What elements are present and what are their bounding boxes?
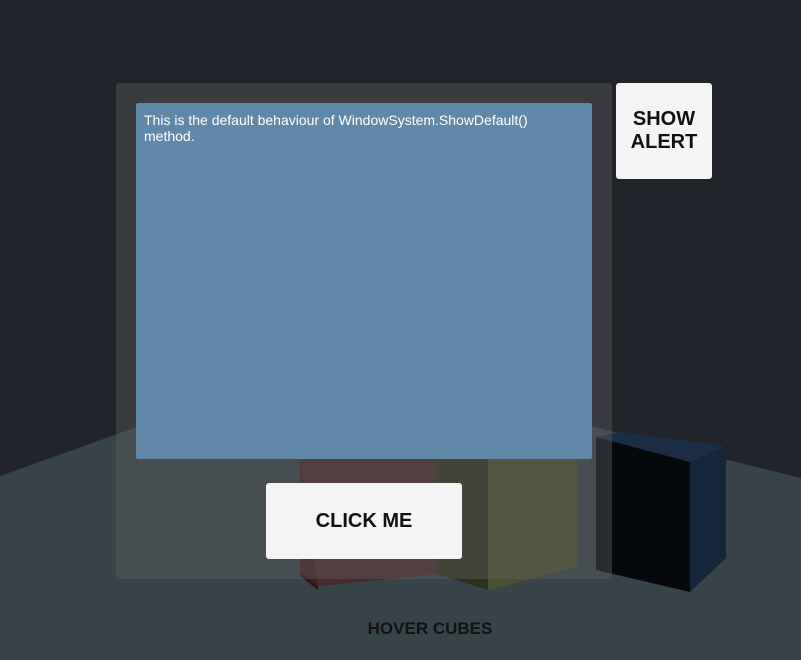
text-area-content: This is the default behaviour of WindowS… bbox=[144, 112, 528, 144]
navy-cube[interactable] bbox=[596, 432, 726, 592]
text-area[interactable]: This is the default behaviour of WindowS… bbox=[136, 103, 592, 459]
click-me-button[interactable]: CLICK ME bbox=[266, 483, 462, 559]
show-alert-button[interactable]: SHOW ALERT bbox=[616, 83, 712, 179]
hover-cubes-label: HOVER CUBES bbox=[367, 619, 493, 638]
